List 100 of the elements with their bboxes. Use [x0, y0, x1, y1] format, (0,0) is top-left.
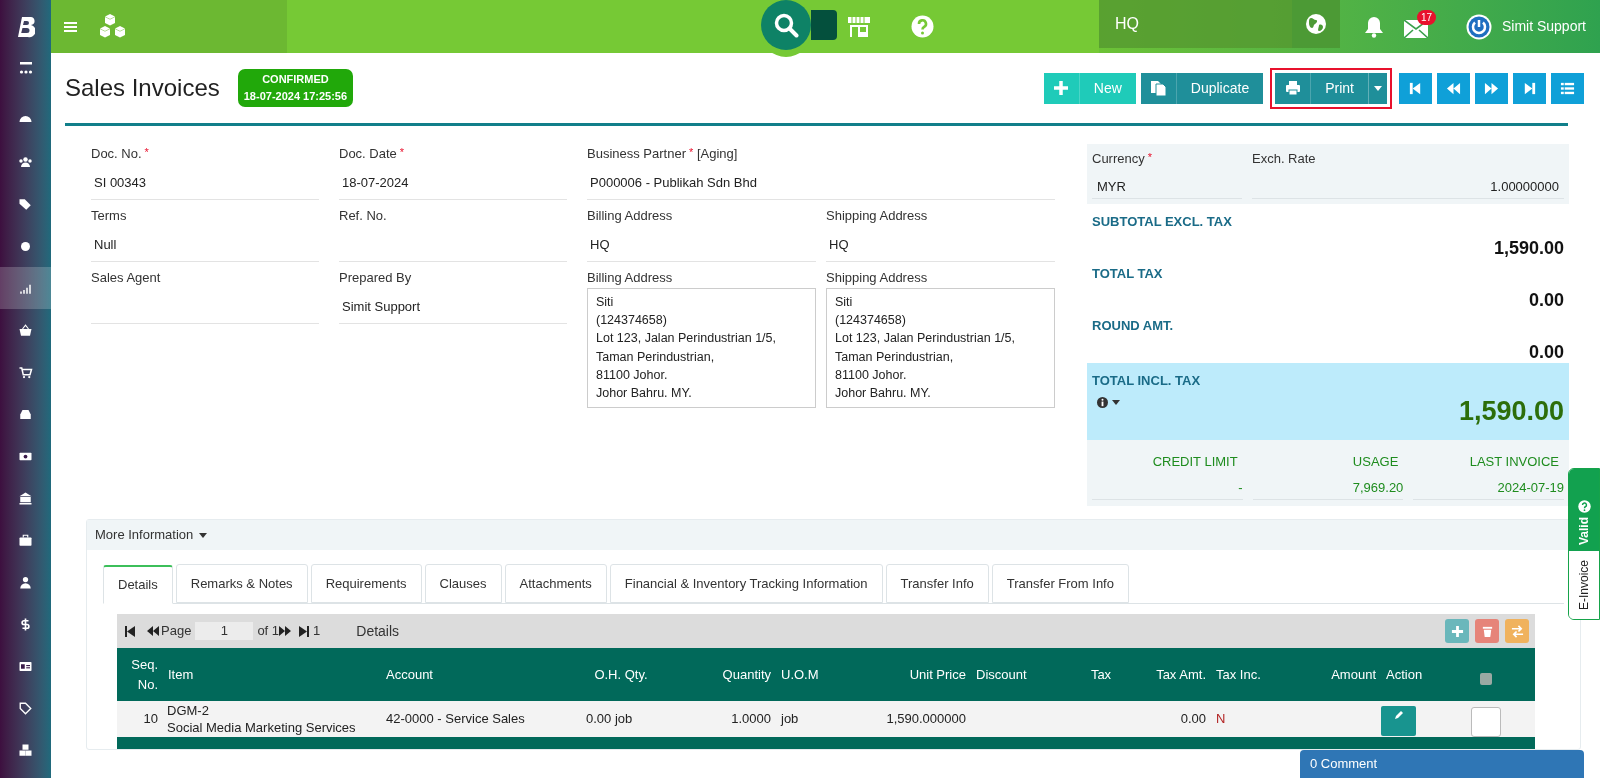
tab[interactable]: Requirements: [310, 564, 422, 603]
field-label: Billing Address: [587, 207, 674, 225]
last-page-button[interactable]: [1513, 72, 1546, 104]
field-label: Sales Agent: [91, 269, 162, 287]
cart-icon: [18, 364, 33, 380]
swap-arrows-icon: [1510, 624, 1524, 638]
input-field[interactable]: HQ: [587, 226, 816, 262]
delete-row-button[interactable]: [1475, 619, 1499, 643]
record-count: 1: [313, 622, 321, 641]
total-label: SUBTOTAL EXCL. TAX: [1092, 213, 1232, 231]
cubes-icon: [18, 742, 33, 758]
table-cell-text: job: [779, 710, 800, 729]
basket-icon: [18, 322, 33, 338]
row-checkbox[interactable]: [1471, 707, 1501, 737]
credit-value: 7,969.20: [1352, 478, 1404, 497]
field-label: Business Partner * [Aging]: [587, 145, 739, 163]
first-icon: [1408, 80, 1423, 96]
tab[interactable]: Clauses: [424, 564, 502, 603]
e-invoice-tab[interactable]: Valid E-Invoice: [1568, 468, 1600, 620]
tab[interactable]: Attachments: [504, 564, 607, 603]
grid-title: Details: [356, 621, 400, 641]
tags-icon: [18, 196, 33, 212]
dollar-icon: [18, 616, 33, 632]
column-header: Action: [1385, 665, 1424, 684]
total-label: TOTAL TAX: [1092, 265, 1163, 283]
e-invoice-status: Valid: [1576, 517, 1592, 545]
last-icon: [1522, 80, 1537, 96]
mail-icon[interactable]: [1403, 19, 1428, 38]
tab[interactable]: Transfer From Info: [991, 564, 1129, 603]
bell-icon[interactable]: [1363, 15, 1384, 38]
bank-icon: [18, 490, 33, 506]
tab[interactable]: Financial & Inventory Tracking Information: [609, 564, 883, 603]
trash-icon: [1480, 624, 1494, 638]
last-icon[interactable]: [299, 625, 310, 637]
input-field[interactable]: 1.00000000: [1252, 169, 1564, 199]
power-icon[interactable]: [1465, 13, 1492, 40]
field-label: Ref. No.: [339, 207, 388, 225]
previous-button[interactable]: [1437, 72, 1470, 104]
input-field[interactable]: Simit Support: [339, 288, 567, 324]
address-textarea[interactable]: Siti (124374658) Lot 123, Jalan Perindustrian 1/5, Taman Perindustrian, 81100 Johor. Johor Bahru. MY.: [826, 288, 1055, 408]
column-header: Seq. No.: [130, 656, 159, 694]
next-button[interactable]: [1475, 72, 1508, 104]
column-header: Tax Inc.: [1215, 665, 1262, 684]
search-icon: [773, 12, 799, 38]
list-button[interactable]: [1551, 72, 1584, 104]
input-field[interactable]: SI 00343: [91, 164, 319, 200]
page-field[interactable]: 1: [195, 622, 254, 640]
comment-bar[interactable]: 0 Comment: [1300, 750, 1584, 778]
credit-value: -: [1238, 478, 1243, 497]
field-label: Billing Address: [587, 269, 674, 287]
tab[interactable]: Details: [103, 565, 173, 604]
people-icon: [18, 154, 33, 170]
input-field[interactable]: MYR: [1092, 169, 1242, 199]
page-count: of 1: [257, 622, 280, 641]
logo-icon: [16, 15, 35, 38]
more-icon[interactable]: [18, 60, 33, 76]
search-toggle[interactable]: [811, 10, 837, 40]
tab[interactable]: Remarks & Notes: [175, 564, 308, 603]
table-cell-text: 0.00: [1179, 710, 1207, 729]
column-header: Amount: [1330, 665, 1377, 684]
field-label: Doc. No. *: [91, 145, 150, 163]
field-label: Currency *: [1092, 150, 1154, 168]
table-cell-text: 1,590.000000: [885, 710, 967, 729]
grand-total-value: 1,590.00: [1458, 394, 1564, 428]
info-dropdown[interactable]: [1097, 396, 1120, 408]
column-header: Unit Price: [908, 665, 967, 684]
caret-icon: [1112, 399, 1120, 405]
plus-icon: [1450, 624, 1464, 638]
rewind-icon: [1446, 80, 1461, 96]
print-button[interactable]: Print: [1270, 67, 1392, 109]
menu-icon[interactable]: [64, 20, 77, 33]
search-button[interactable]: [761, 0, 811, 50]
input-field[interactable]: 18-07-2024: [339, 164, 567, 200]
input-field[interactable]: HQ: [826, 226, 1055, 262]
globe-icon[interactable]: [1304, 13, 1327, 35]
rewind-icon[interactable]: [147, 626, 159, 636]
table-cell-text: 42-0000 - Service Sales: [385, 710, 526, 729]
first-icon[interactable]: [125, 625, 135, 637]
select-all-checkbox[interactable]: [1480, 672, 1492, 685]
tab[interactable]: Transfer Info: [885, 564, 989, 603]
briefcase-icon: [18, 532, 33, 548]
address-textarea[interactable]: Siti (124374658) Lot 123, Jalan Perindustrian 1/5, Taman Perindustrian, 81100 Johor. Johor Bahru. MY.: [587, 288, 816, 408]
fast-forward-icon[interactable]: [279, 626, 292, 636]
duplicate-button[interactable]: Duplicate: [1140, 72, 1264, 104]
field-label: Shipping Address: [826, 207, 929, 225]
table-cell-text: 10: [142, 710, 159, 729]
table-cell-text: 1.0000: [730, 710, 772, 729]
first-page-button[interactable]: [1399, 72, 1432, 104]
caret-icon: [199, 532, 208, 538]
more-information-toggle[interactable]: More Information: [95, 525, 208, 545]
credit-label: USAGE: [1352, 453, 1400, 471]
total-value: 0.00: [1528, 340, 1564, 364]
field-label: Doc. Date *: [339, 145, 406, 163]
field-label: Prepared By: [339, 269, 413, 287]
status-time: 18-07-2024 17:25:56: [243, 89, 348, 104]
pencil-icon: [1393, 710, 1404, 720]
input-field[interactable]: Null: [91, 226, 319, 262]
fast-forward-icon: [1484, 80, 1499, 96]
input-field[interactable]: P000006 - Publikah Sdn Bhd: [587, 164, 1055, 200]
item-name: Social Media Marketing Services: [167, 719, 357, 736]
